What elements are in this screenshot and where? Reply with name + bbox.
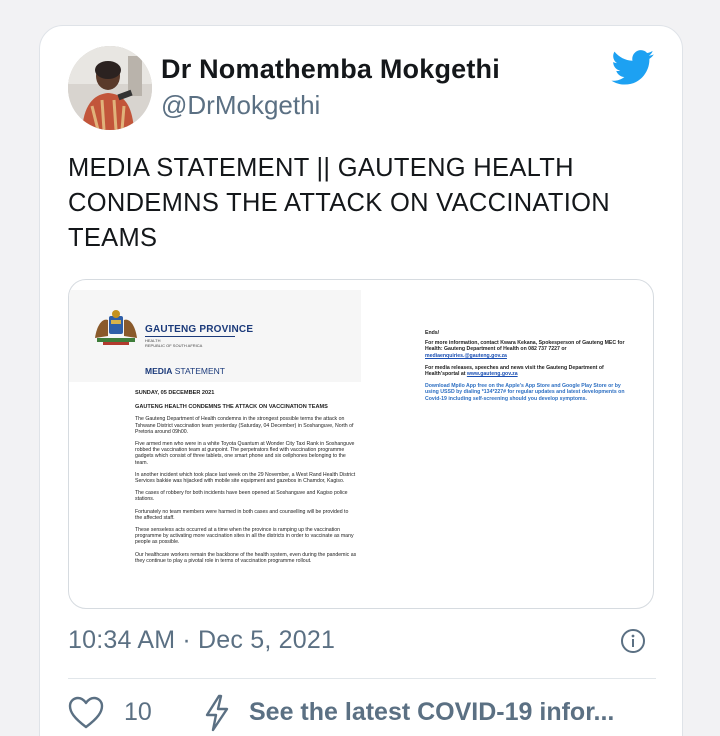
contact-email-link: mediaenquiries.@gauteng.gov.za [425,352,507,359]
tweet-actions: 10 See the latest COVID-19 infor... [68,694,658,736]
org-title-underline [145,336,235,337]
coat-of-arms-icon [95,310,137,345]
document-page-right: Ends/ For more information, contact Kwar… [425,330,633,402]
tweet-timestamp[interactable]: 10:34 AM · Dec 5, 2021 [68,626,335,655]
org-country: REPUBLIC OF SOUTH AFRICA [145,343,203,348]
statement-label: MEDIA STATEMENT [145,366,225,376]
author-handle[interactable]: @DrMokgethi [161,90,320,121]
document-app-notice: Download Mpilo App free on the Apple's A… [425,383,625,402]
document-paragraph: These senseless acts occurred at a time … [135,527,354,546]
author-name[interactable]: Dr Nomathemba Mokgethi [161,54,500,85]
document-body: SUNDAY, 05 DECEMBER 2021 GAUTENG HEALTH … [135,390,357,570]
org-title: GAUTENG PROVINCE [145,324,254,335]
lightning-bolt-icon [205,694,229,732]
avatar-photo [68,46,152,130]
document-paragraph: Our healthcare workers remain the backbo… [135,551,357,564]
document-ends: Ends/ [425,330,440,336]
covid-info-link[interactable]: See the latest COVID-19 infor... [249,698,614,727]
document-paragraph: In another incident which took place las… [135,471,356,485]
divider [68,678,656,679]
heart-icon[interactable] [68,696,104,730]
avatar[interactable] [68,46,152,130]
tweet-text: MEDIA STATEMENT || GAUTENG HEALTH CONDEM… [68,154,610,252]
media-attachment[interactable]: GAUTENG PROVINCE HEALTH REPUBLIC OF SOUT… [68,279,654,609]
document-contact: For more information, contact Kwara Keka… [425,340,625,359]
document-headline: GAUTENG HEALTH CONDEMNS THE ATTACK ON VA… [135,404,328,411]
likes-count[interactable]: 10 [124,698,152,727]
document-header: GAUTENG PROVINCE HEALTH REPUBLIC OF SOUT… [69,290,361,382]
releases-link: www.gauteng.gov.za [466,371,518,378]
document-paragraph: Fortunately no team members were harmed … [135,508,349,521]
twitter-bird-icon[interactable] [611,50,655,86]
document-releases: For media releases, speeches and news vi… [425,364,604,378]
info-icon[interactable] [620,628,646,654]
document-page-left: GAUTENG PROVINCE HEALTH REPUBLIC OF SOUT… [69,280,361,608]
document-date: SUNDAY, 05 DECEMBER 2021 [135,390,215,396]
document-paragraph: The cases of robbery for both incidents … [135,490,348,503]
tweet-card[interactable]: Dr Nomathemba Mokgethi @DrMokgethi MEDIA… [39,25,683,736]
document-paragraph: The Gauteng Department of Health condemn… [135,416,354,435]
document-paragraph: Five armed men who were in a white Toyot… [135,441,355,466]
